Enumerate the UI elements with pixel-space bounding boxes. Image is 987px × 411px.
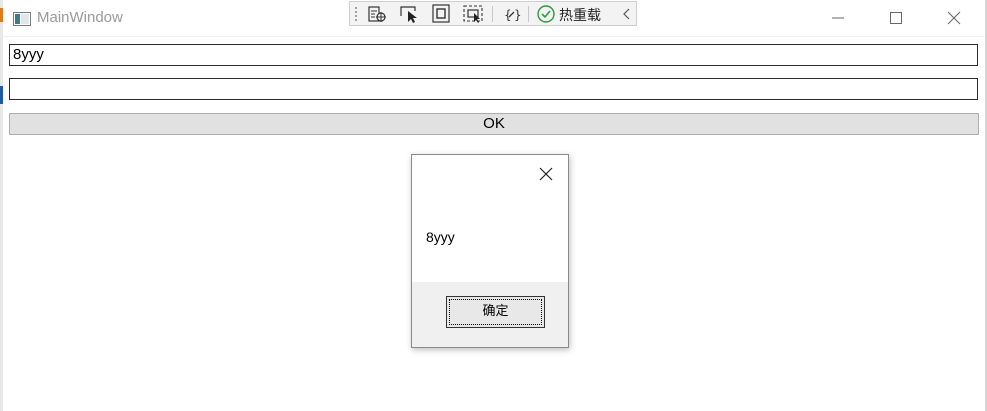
visual-tree-icon [368,6,386,22]
dialog-footer: 确定 [412,282,568,347]
hot-reload-label[interactable]: 热重载 [559,5,601,25]
minimize-button[interactable] [809,0,867,36]
background-window-mark [0,86,3,104]
chevron-left-icon [623,8,630,20]
check-circle-icon [537,5,555,23]
track-focus-icon [463,5,483,23]
select-element-button[interactable] [398,4,420,24]
text-input-2[interactable] [9,78,978,100]
toolbar-separator [528,6,529,22]
window-title: MainWindow [37,9,123,26]
dialog-close-button[interactable] [536,165,556,183]
confirm-button[interactable]: 确定 [446,296,545,328]
hot-reload-status-icon-wrap[interactable] [535,4,557,24]
message-text: 8yyy [426,229,455,245]
binding-braces-icon: { } [504,8,522,22]
close-icon [947,11,961,25]
collapse-toolbar-button[interactable] [616,4,638,24]
maximize-icon [890,12,902,24]
svg-text:}: } [514,8,522,22]
close-button[interactable] [925,0,983,36]
maximize-button[interactable] [867,0,925,36]
select-pointer-icon [400,6,417,23]
toolbar-grip[interactable] [354,6,358,22]
live-visual-tree-button[interactable] [366,4,388,24]
message-box-dialog: 8yyy 确定 [411,154,569,348]
xaml-debug-toolbar: { } 热重载 [349,1,637,26]
close-icon [539,167,553,181]
background-window-edge [0,0,3,411]
minimize-icon [832,17,844,19]
adorner-box-icon [432,4,450,23]
app-icon [13,11,31,26]
display-layout-adorners-button[interactable] [430,4,452,24]
binding-failures-button[interactable]: { } [500,4,522,24]
track-focused-element-button[interactable] [462,4,484,24]
text-input-1[interactable]: 8yyy [9,44,978,66]
toolbar-separator [492,6,493,22]
ok-button[interactable]: OK [9,113,979,135]
